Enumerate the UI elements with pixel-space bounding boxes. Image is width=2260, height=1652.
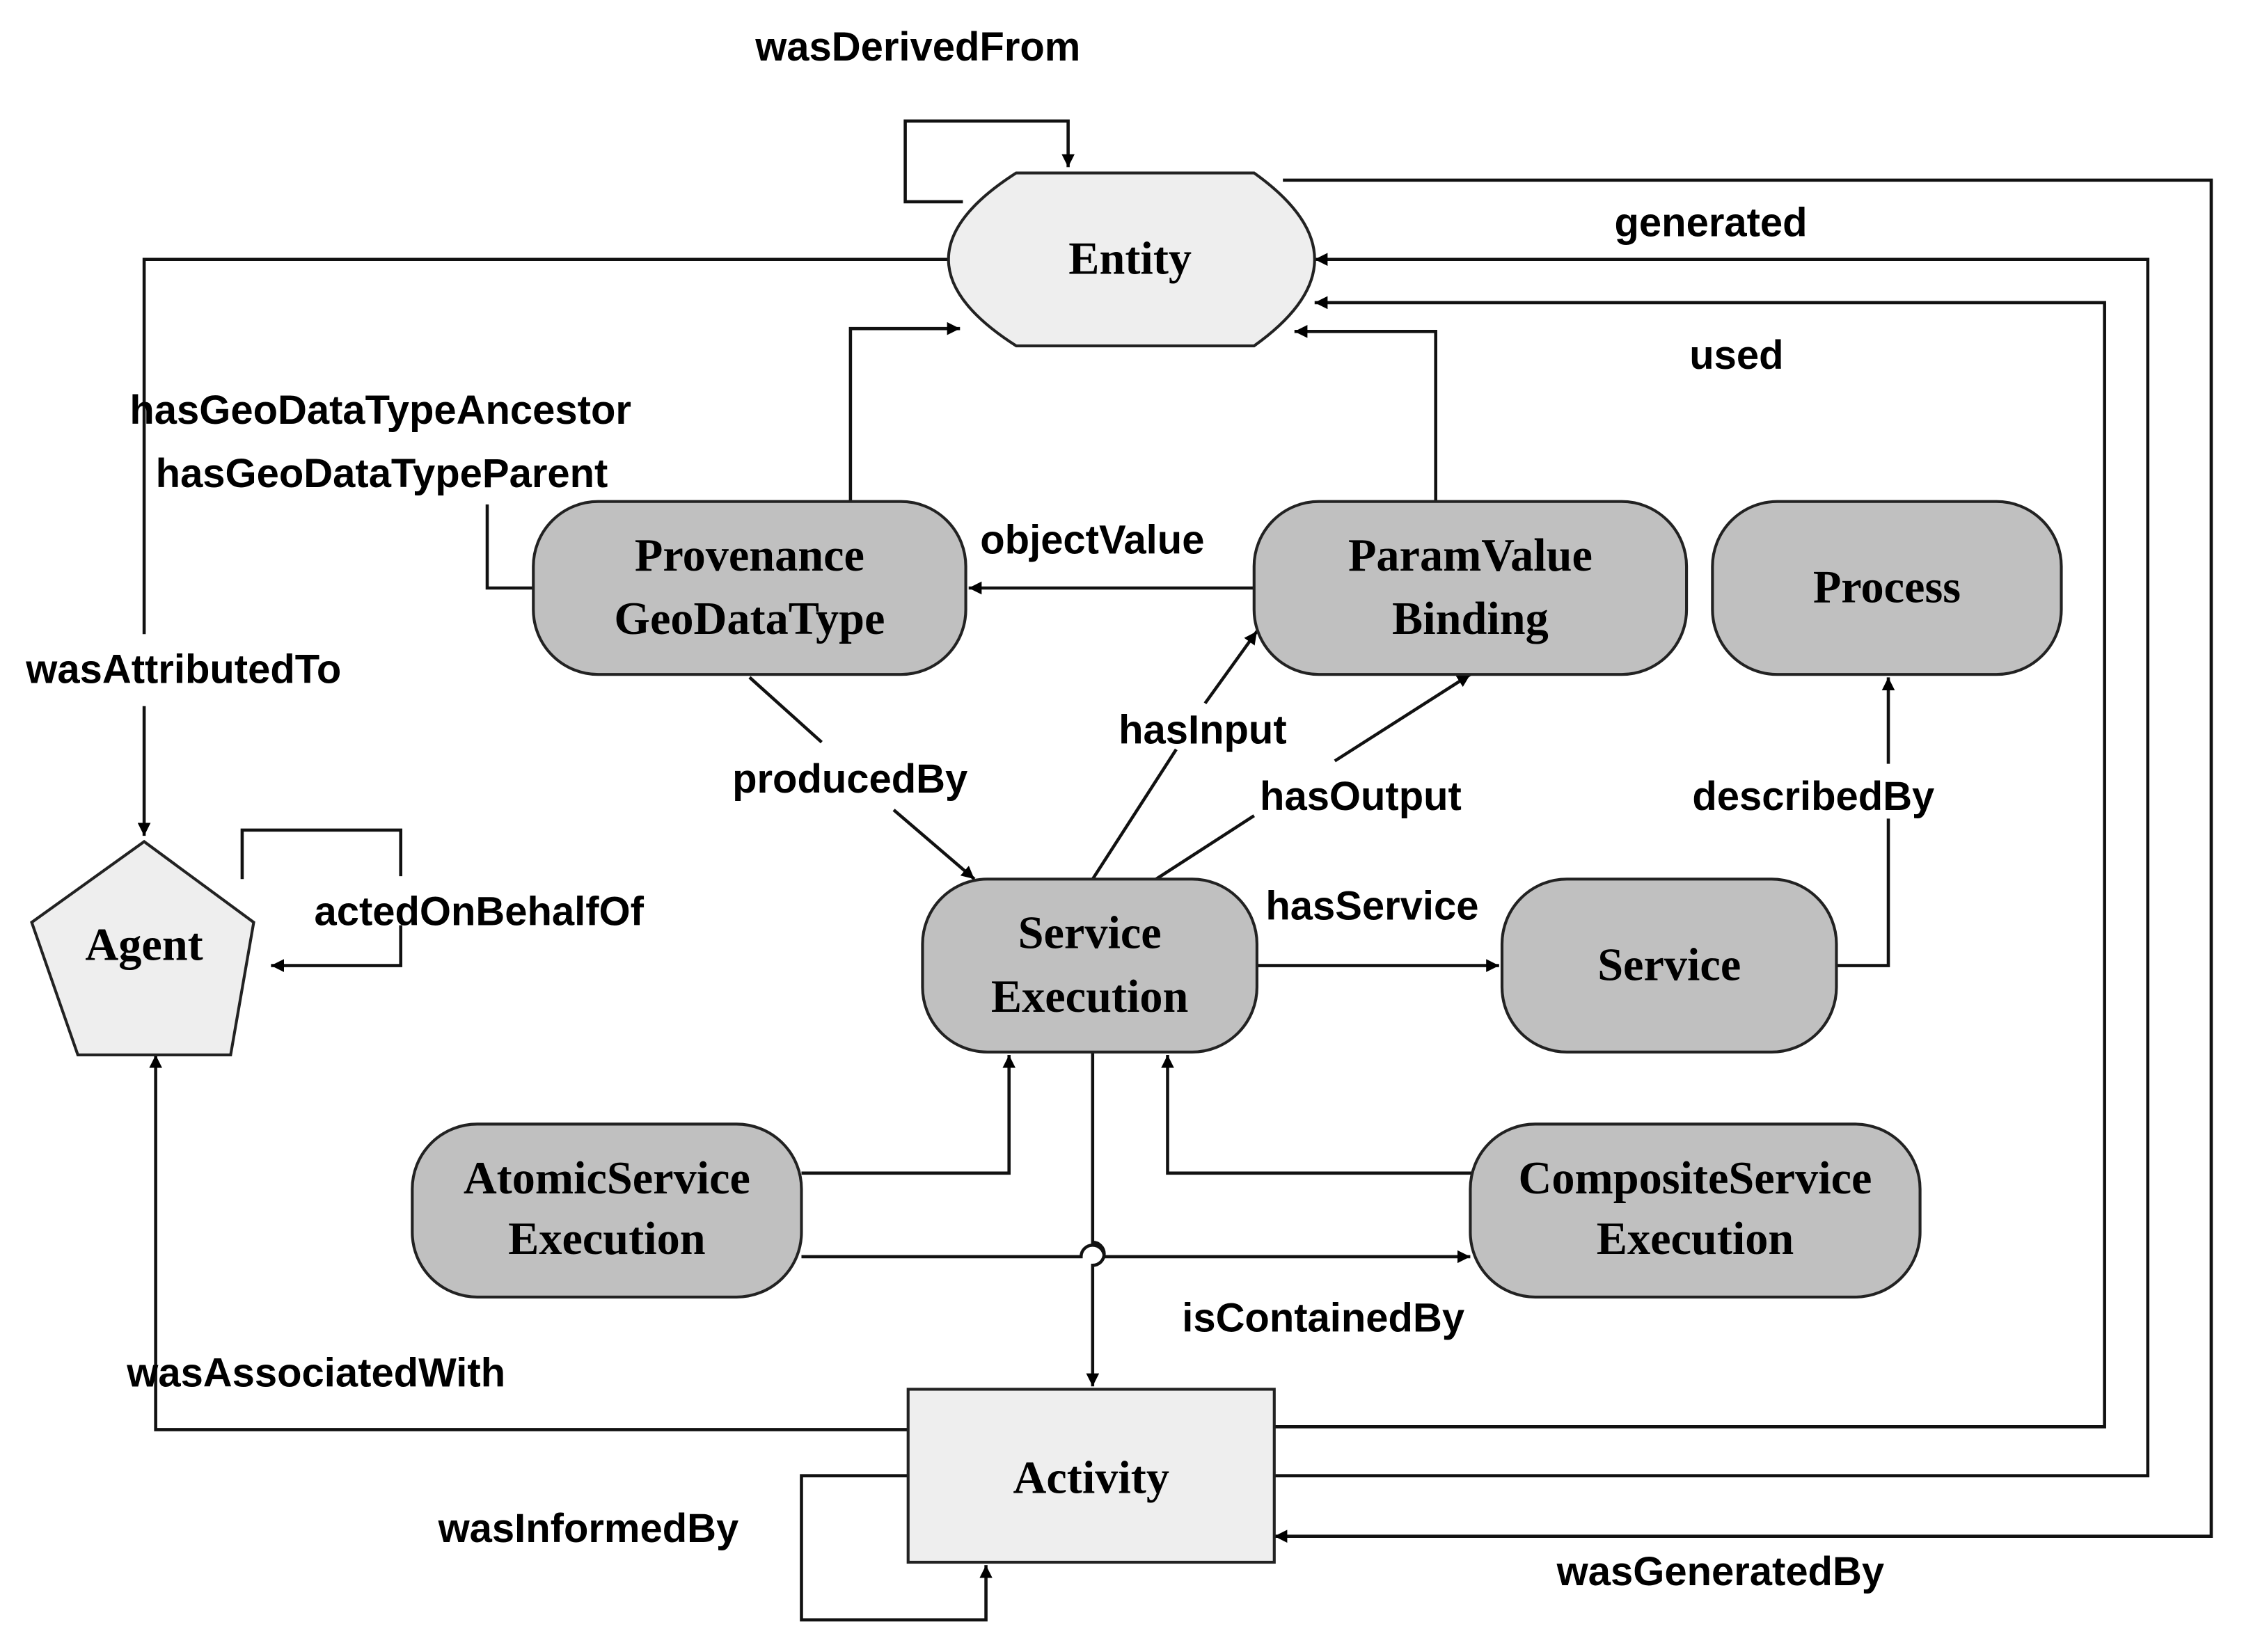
label-has-output: hasOutput xyxy=(1260,775,1462,819)
node-composite-service-execution[interactable]: CompositeService Execution xyxy=(1469,1122,1922,1298)
node-entity-label: Entity xyxy=(1068,233,1192,284)
node-composite-line2: Execution xyxy=(1597,1214,1794,1264)
node-service-execution[interactable]: Service Execution xyxy=(921,877,1258,1054)
node-service-execution-line2: Execution xyxy=(991,971,1188,1022)
edge-paramvalue-to-entity xyxy=(1294,325,1437,502)
label-was-associated-with: wasAssociatedWith xyxy=(126,1351,505,1395)
node-service[interactable]: Service xyxy=(1500,877,1838,1054)
edge-has-geo-data-type xyxy=(485,504,534,590)
node-provenance-geodatatype[interactable]: Provenance GeoDataType xyxy=(532,500,967,676)
node-param-value-binding[interactable]: ParamValue Binding xyxy=(1252,500,1689,676)
label-described-by: describedBy xyxy=(1692,775,1934,819)
node-process[interactable]: Process xyxy=(1711,500,2063,676)
node-activity[interactable]: Activity xyxy=(906,1388,1276,1564)
label-has-input: hasInput xyxy=(1119,708,1287,753)
node-activity-label: Activity xyxy=(1013,1453,1169,1504)
node-atomic-line1: AtomicService xyxy=(464,1153,750,1204)
label-is-contained-by: isContainedBy xyxy=(1182,1296,1464,1341)
node-agent-label: Agent xyxy=(85,919,203,970)
node-paramvalue-line1: ParamValue xyxy=(1348,530,1593,581)
node-paramvalue-line2: Binding xyxy=(1392,594,1549,644)
label-acted-on-behalf-of: actedOnBehalfOf xyxy=(314,890,644,935)
provenance-diagram: Entity Agent Activity Provenance GeoData… xyxy=(25,25,2213,1622)
node-process-label: Process xyxy=(1813,562,1961,613)
label-has-geo-data-type-parent: hasGeoDataTypeParent xyxy=(156,452,608,496)
edge-is-contained-by xyxy=(801,1244,1471,1264)
label-has-geo-data-type-ancestor: hasGeoDataTypeAncestor xyxy=(129,388,631,433)
label-generated: generated xyxy=(1615,201,1808,246)
node-provenance-line1: Provenance xyxy=(635,530,864,581)
node-agent[interactable]: Agent xyxy=(30,839,255,1057)
node-composite-line1: CompositeService xyxy=(1519,1153,1872,1204)
node-provenance-line2: GeoDataType xyxy=(614,594,885,644)
label-has-service: hasService xyxy=(1265,884,1478,928)
edge-composite-to-service-execution xyxy=(1161,1054,1473,1175)
label-produced-by: producedBy xyxy=(732,757,967,802)
edge-provenance-to-entity xyxy=(848,321,961,502)
node-service-label: Service xyxy=(1597,939,1741,990)
node-atomic-service-execution[interactable]: AtomicService Execution xyxy=(411,1122,803,1298)
node-service-execution-line1: Service xyxy=(1018,908,1162,959)
edge-atomic-to-service-execution xyxy=(801,1054,1016,1175)
edge-described-by xyxy=(1836,677,1888,967)
node-entity[interactable]: Entity xyxy=(947,171,1316,348)
label-was-informed-by: wasInformedBy xyxy=(438,1507,739,1551)
label-object-value: objectValue xyxy=(980,518,1204,562)
label-was-generated-by: wasGeneratedBy xyxy=(1556,1550,1884,1594)
label-was-attributed-to: wasAttributedTo xyxy=(25,648,341,692)
edge-service-execution-to-activity xyxy=(1086,1051,1106,1387)
label-used: used xyxy=(1689,333,1783,378)
edge-has-input xyxy=(1091,631,1257,880)
node-atomic-line2: Execution xyxy=(508,1214,705,1264)
label-was-derived-from: wasDerivedFrom xyxy=(754,25,1080,70)
